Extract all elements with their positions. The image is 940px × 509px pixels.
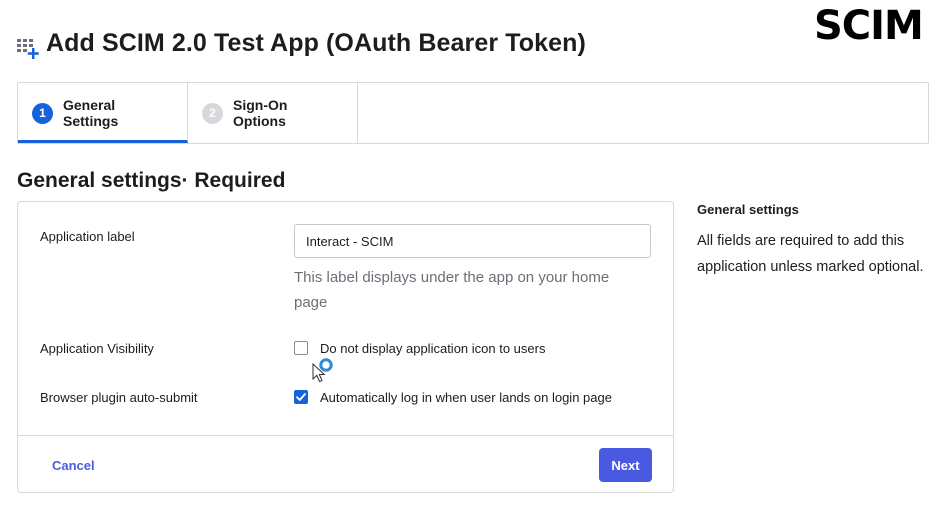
tab-label: General Settings — [63, 97, 119, 129]
app-grid-add-icon — [17, 39, 39, 59]
application-label-help: This label displays under the app on you… — [294, 269, 610, 311]
next-button[interactable]: Next — [599, 448, 652, 482]
tab-label: Sign-On Options — [233, 97, 288, 129]
loading-spinner-icon — [319, 358, 333, 372]
auto-submit-checkbox[interactable] — [294, 390, 308, 404]
auto-submit-checkbox-label[interactable]: Automatically log in when user lands on … — [320, 390, 612, 405]
section-title: General settings· Required — [17, 169, 286, 192]
tab-sign-on-options[interactable]: 2 Sign-On Options — [188, 83, 358, 143]
help-panel-title: General settings — [697, 202, 799, 217]
tab-general-settings[interactable]: 1 General Settings — [18, 83, 188, 143]
general-settings-form: Application label This label displays un… — [17, 201, 674, 493]
application-label-label: Application label — [40, 229, 135, 244]
hide-icon-checkbox-label[interactable]: Do not display application icon to users — [320, 341, 545, 356]
form-footer: Cancel Next — [18, 435, 673, 493]
hide-icon-checkbox[interactable] — [294, 341, 308, 355]
step-number-badge: 1 — [32, 102, 53, 124]
application-label-input[interactable] — [294, 224, 651, 258]
scim-logo: SCIM — [814, 3, 924, 49]
application-visibility-label: Application Visibility — [40, 341, 154, 356]
wizard-tabs: 1 General Settings 2 Sign-On Options — [17, 82, 929, 144]
auto-submit-label: Browser plugin auto-submit — [40, 390, 198, 405]
step-number-badge: 2 — [202, 102, 223, 124]
cancel-button[interactable]: Cancel — [52, 458, 95, 473]
page-title: Add SCIM 2.0 Test App (OAuth Bearer Toke… — [46, 29, 586, 57]
checkmark-icon — [296, 393, 306, 401]
help-panel-text: All fields are required to add this appl… — [697, 233, 924, 275]
